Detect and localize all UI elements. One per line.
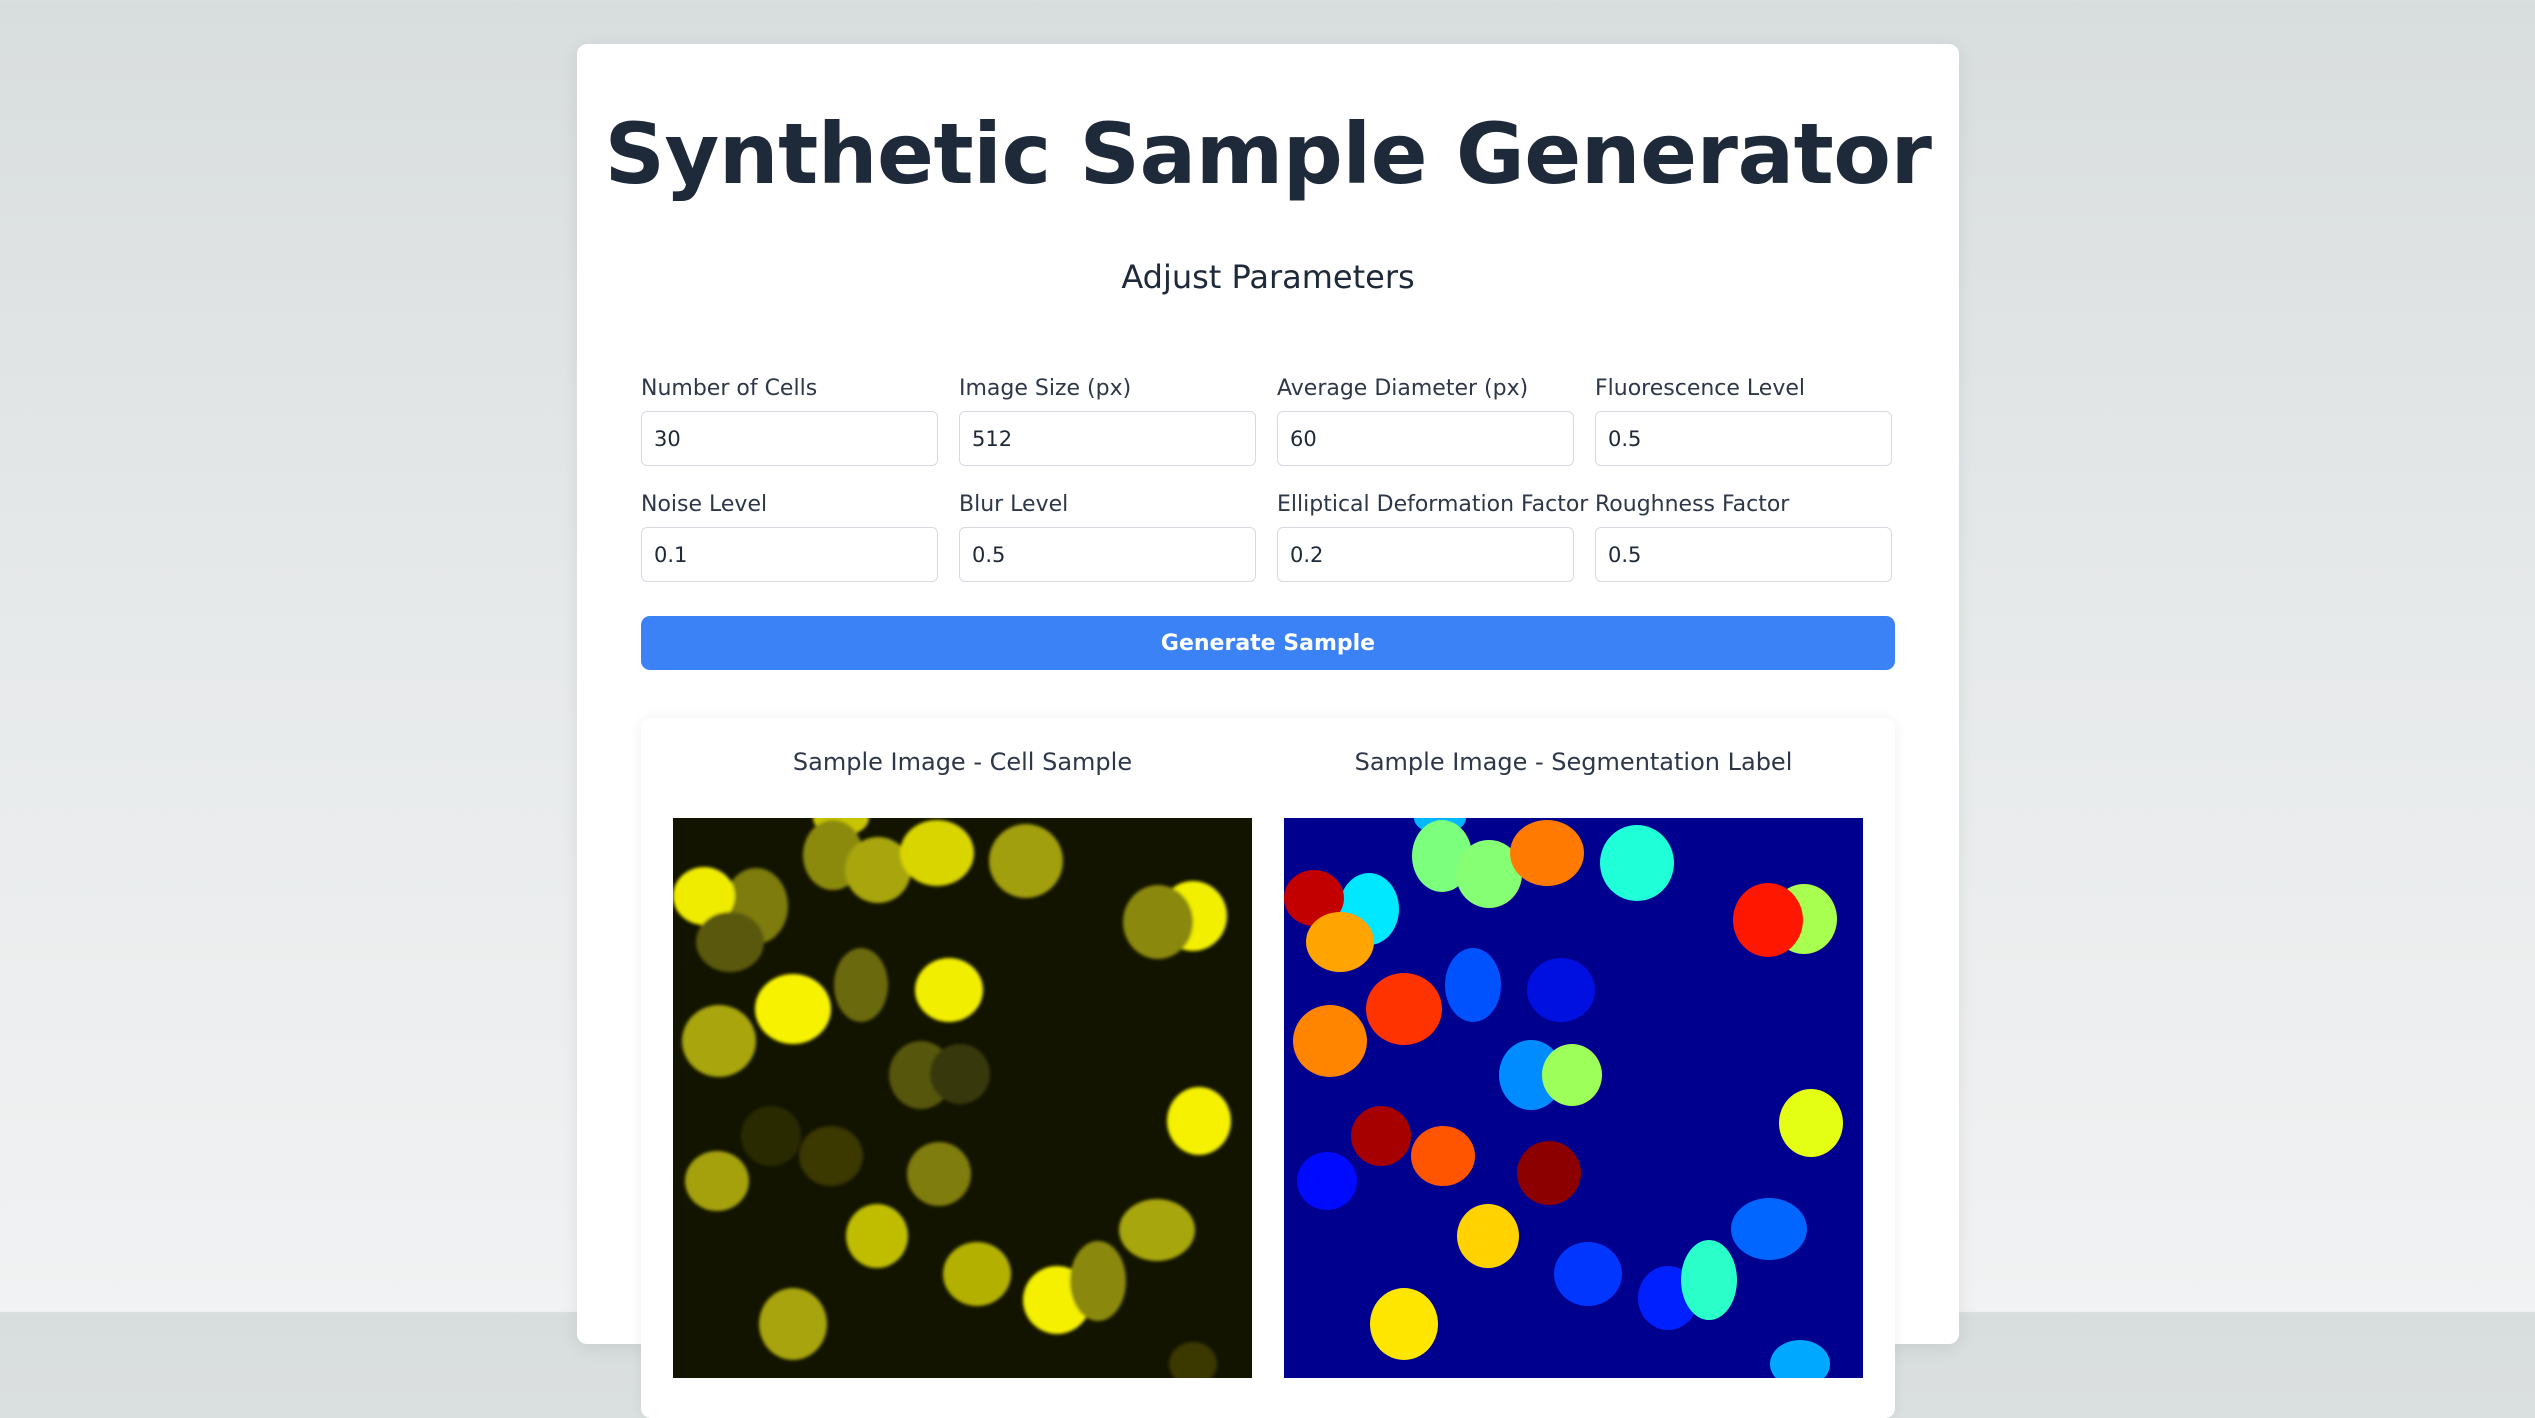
blur-level-input[interactable] — [959, 527, 1256, 582]
segmentation-svg — [1284, 818, 1863, 1378]
cell — [759, 1288, 827, 1360]
param-label: Image Size (px) — [959, 376, 1132, 401]
cell — [799, 1126, 863, 1186]
param-roughness-factor: Roughness Factor — [1595, 450, 1892, 582]
cell — [1119, 1199, 1195, 1261]
label-region — [1681, 1240, 1737, 1320]
generate-sample-button[interactable]: Generate Sample — [641, 616, 1895, 670]
segmentation-image — [1284, 818, 1863, 1378]
param-label: Number of Cells — [641, 376, 818, 401]
cell — [685, 1151, 749, 1211]
param-noise-level: Noise Level — [641, 450, 938, 582]
label-region — [1457, 1204, 1519, 1268]
cell — [1070, 1241, 1126, 1321]
param-average-diameter: Average Diameter (px) — [1277, 334, 1574, 466]
param-label: Average Diameter (px) — [1277, 376, 1529, 401]
label-region — [1351, 1106, 1411, 1166]
parameters-heading: Adjust Parameters — [1121, 258, 1415, 296]
cell — [741, 1106, 801, 1166]
elliptical-deformation-input[interactable] — [1277, 527, 1574, 582]
cell — [846, 1204, 908, 1268]
label-region — [1733, 883, 1803, 957]
label-region — [1411, 1126, 1475, 1186]
cell — [1123, 885, 1193, 959]
label-region — [1293, 1005, 1367, 1077]
cell — [682, 1005, 756, 1077]
cell — [1167, 1087, 1231, 1155]
param-image-size: Image Size (px) — [959, 334, 1256, 466]
cell — [900, 820, 974, 886]
label-region — [1366, 973, 1442, 1045]
param-fluorescence-level: Fluorescence Level — [1595, 334, 1892, 466]
param-label: Fluorescence Level — [1595, 376, 1805, 401]
cell — [755, 974, 831, 1044]
cell — [943, 1242, 1011, 1306]
segmentation-title: Sample Image - Segmentation Label — [1354, 748, 1793, 776]
cell — [989, 824, 1063, 898]
label-region — [1370, 1288, 1438, 1360]
generator-card: Synthetic Sample Generator Adjust Parame… — [577, 44, 1959, 1418]
cell — [907, 1142, 971, 1206]
param-label: Elliptical Deformation Factor — [1277, 492, 1589, 517]
cell — [834, 948, 888, 1022]
parameters-grid: Number of Cells Image Size (px) Average … — [641, 334, 1895, 582]
label-region — [1731, 1198, 1807, 1260]
param-label: Blur Level — [959, 492, 1069, 517]
label-region — [1554, 1242, 1622, 1306]
param-blur-level: Blur Level — [959, 450, 1256, 582]
cell-sample-title: Sample Image - Cell Sample — [792, 748, 1133, 776]
cell — [696, 912, 764, 972]
param-number-of-cells: Number of Cells — [641, 334, 938, 466]
label-region — [1510, 820, 1584, 886]
label-region — [1779, 1089, 1843, 1157]
label-region — [1306, 912, 1374, 972]
label-region — [1517, 1141, 1581, 1205]
label-region — [1527, 958, 1595, 1022]
param-label: Noise Level — [641, 492, 768, 517]
cell-sample-image — [673, 818, 1252, 1378]
noise-level-input[interactable] — [641, 527, 938, 582]
cell — [915, 958, 983, 1022]
label-region — [1297, 1152, 1357, 1210]
results-panel: Sample Image - Cell Sample Sample Image … — [641, 718, 1895, 1418]
cell-sample-svg — [673, 818, 1252, 1378]
roughness-factor-input[interactable] — [1595, 527, 1892, 582]
param-label: Roughness Factor — [1595, 492, 1790, 517]
label-region — [1600, 825, 1674, 901]
param-elliptical-deformation: Elliptical Deformation Factor — [1277, 450, 1588, 582]
label-region — [1445, 948, 1501, 1022]
cell — [930, 1044, 990, 1104]
label-region — [1542, 1044, 1602, 1106]
page-title: Synthetic Sample Generator — [604, 105, 1932, 203]
